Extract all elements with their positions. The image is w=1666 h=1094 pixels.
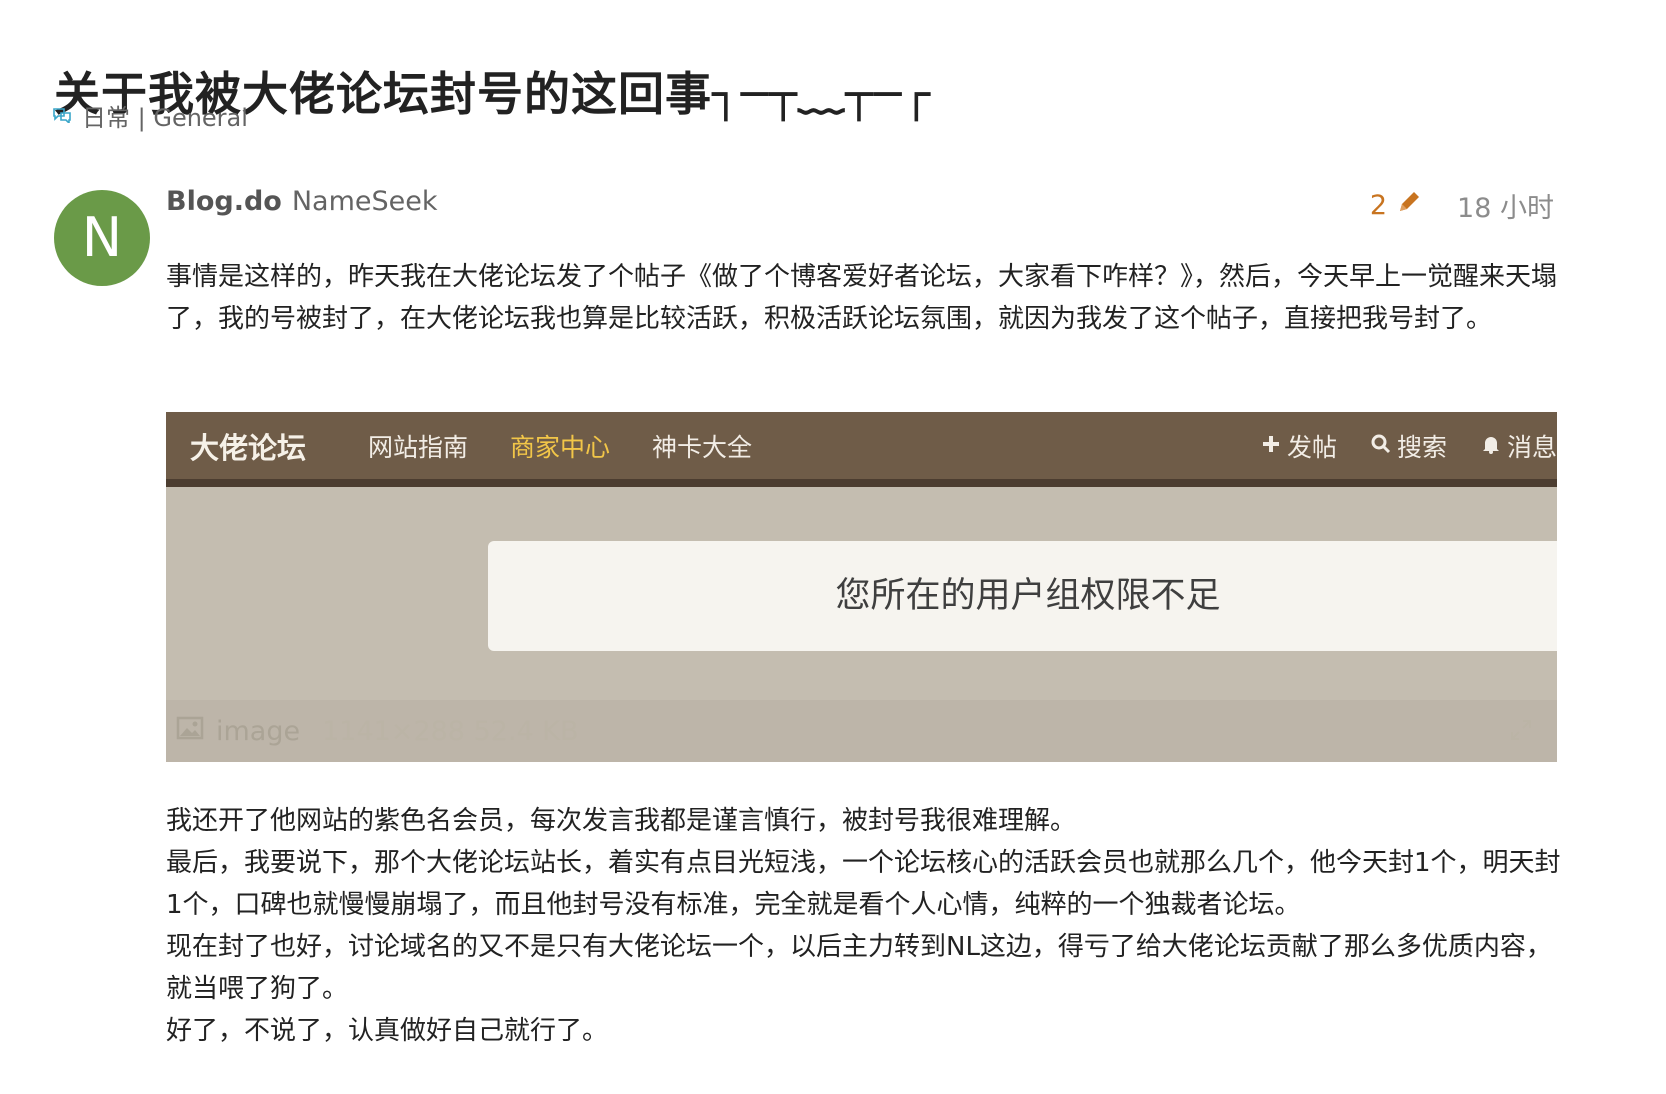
post-line: 最后，我要说下，那个大佬论坛站长，着实有点目光短浅，一个论坛核心的活跃会员也就那… (166, 848, 1561, 920)
image-meta-bar: image 1141×288 52.4 KB (166, 700, 1557, 762)
post-line: 现在封了也好，讨论域名的又不是只有大佬论坛一个，以后主力转到NL这边，得亏了给大… (166, 932, 1552, 1004)
forum-messages-label: 消息 (1506, 432, 1557, 462)
topic-title: 关于我被大佬论坛封号的这回事┐─┬﹏┬─┌ (54, 66, 932, 121)
image-filename: image (216, 715, 301, 747)
category-link[interactable]: 日常 | General (52, 100, 248, 132)
forum-nav-merchant: 商家中心 (510, 432, 611, 462)
chat-bubbles-icon (52, 101, 82, 129)
forum-nav-guide: 网站指南 (368, 432, 469, 462)
post-line: 好了，不说了，认真做好自己就行了。 (166, 1016, 609, 1046)
post-line: 我还开了他网站的紫色名会员，每次发言我都是谨言慎行，被封号我很难理解。 (166, 806, 1077, 836)
post-paragraph-1: 事情是这样的，昨天我在大佬论坛发了个帖子《做了个博客爱好者论坛，大家看下咋样？》… (166, 262, 1558, 334)
permission-message: 您所在的用户组权限不足 (488, 541, 1557, 651)
image-icon (166, 716, 216, 747)
forum-nav-bar: 大佬论坛 网站指南 商家中心 神卡大全 发帖 搜索 消息 (166, 412, 1557, 487)
image-dimensions: 1141×288 52.4 KB (322, 715, 579, 747)
forum-actions: 发帖 搜索 消息 (1227, 428, 1557, 464)
pencil-icon (1387, 188, 1423, 223)
bell-icon (1481, 431, 1507, 460)
post-paragraph-2: 我还开了他网站的紫色名会员，每次发言我都是谨言慎行，被封号我很难理解。 最后，我… (166, 800, 1566, 1052)
forum-post-action: 发帖 (1261, 428, 1337, 464)
search-icon (1371, 431, 1397, 460)
forum-post-label: 发帖 (1286, 432, 1337, 462)
post-meta: 2 18 小时 (1370, 186, 1554, 225)
edit-count: 2 (1369, 190, 1388, 221)
avatar[interactable]: N (54, 190, 150, 286)
username[interactable]: Blog.do (166, 186, 282, 217)
display-name[interactable]: NameSeek (292, 186, 438, 217)
edit-history-button[interactable]: 2 (1370, 188, 1423, 223)
post-age[interactable]: 18 小时 (1457, 186, 1554, 225)
plus-icon (1261, 431, 1287, 460)
forum-search-action: 搜索 (1371, 428, 1447, 464)
forum-messages-action: 消息 (1481, 428, 1557, 464)
forum-logo: 大佬论坛 (190, 430, 307, 465)
embedded-screenshot[interactable]: 大佬论坛 网站指南 商家中心 神卡大全 发帖 搜索 消息 您所在的用户组权限不足… (166, 412, 1557, 762)
forum-search-label: 搜索 (1396, 432, 1447, 462)
category-name: 日常 | General (82, 103, 248, 132)
expand-icon[interactable] (1499, 718, 1545, 749)
poster-names[interactable]: Blog.do NameSeek (166, 186, 438, 217)
forum-nav-cards: 神卡大全 (652, 432, 753, 462)
